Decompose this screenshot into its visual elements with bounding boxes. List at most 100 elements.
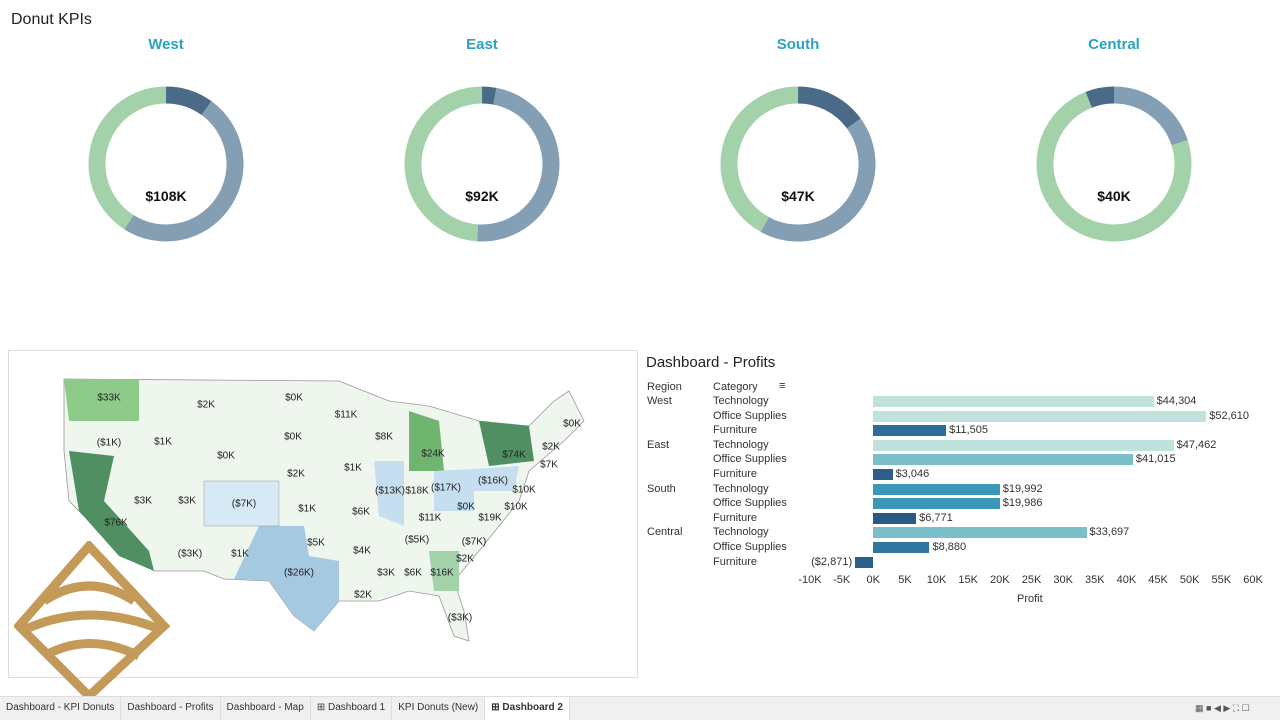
region-label: Central xyxy=(647,526,683,539)
state-profit-label: $5K xyxy=(307,537,325,549)
donut-east[interactable]: East $92K xyxy=(352,34,612,294)
profit-bar[interactable] xyxy=(873,483,1000,495)
state-profit-label: $0K xyxy=(285,392,303,404)
profit-bar[interactable] xyxy=(873,454,1133,466)
x-tick-label: 10K xyxy=(926,574,947,586)
x-tick-label: -10K xyxy=(798,574,822,586)
state-profit-label: $2K xyxy=(456,553,474,565)
state-profit-label: $19K xyxy=(478,512,502,524)
donut-segment[interactable] xyxy=(86,84,246,244)
sheet-tab[interactable]: Dashboard - Profits xyxy=(121,697,221,720)
category-label: Furniture xyxy=(713,468,758,480)
x-tick-label: -5K xyxy=(833,574,851,586)
profit-bar[interactable] xyxy=(873,410,1207,422)
state-profit-label: $1K xyxy=(231,548,249,560)
sheet-tab[interactable]: KPI Donuts (New) xyxy=(392,697,486,720)
state-profit-label: $4K xyxy=(353,545,371,557)
donut-segment[interactable] xyxy=(86,84,246,244)
donut-region-label: West xyxy=(148,36,184,53)
state-profit-label: $2K xyxy=(354,589,372,601)
profit-bar[interactable] xyxy=(873,439,1174,451)
bar-value-label: $19,986 xyxy=(1002,497,1043,510)
donut-region-label: Central xyxy=(1088,36,1140,53)
profit-bar[interactable] xyxy=(873,542,930,553)
sheet-tab[interactable]: ⊞ Dashboard 1 xyxy=(311,697,393,720)
category-header[interactable]: Category xyxy=(713,381,758,393)
state-profit-label: $11K xyxy=(334,409,358,421)
sort-icon[interactable]: ≡ xyxy=(779,380,785,392)
state-profit-label: $18K xyxy=(405,485,429,497)
donut-segment[interactable] xyxy=(1034,84,1194,244)
state-profit-label: $0K xyxy=(217,450,235,462)
profit-map[interactable]: $33K $2K $0K $11K $0K ($1K) $1K $0K $8K $24K $74K $… xyxy=(8,350,638,701)
state-profit-label: ($3K) xyxy=(177,548,203,560)
bar-value-label: ($2,871) xyxy=(811,555,853,568)
x-tick-label: 50K xyxy=(1179,574,1200,586)
state-profit-label: $1K xyxy=(154,436,172,448)
state-profit-label: ($26K) xyxy=(283,567,315,579)
donut-region-label: South xyxy=(776,36,820,53)
state-profit-label: $6K xyxy=(352,506,370,518)
profit-bar[interactable] xyxy=(873,498,1000,510)
state-profit-label: ($3K) xyxy=(447,612,473,624)
state-profit-label: $7K xyxy=(540,459,558,471)
grid-view-icon[interactable]: ▦ ■ ◀ ▶ ⛶ ☐ xyxy=(1195,703,1250,714)
donut-west[interactable]: West $108K xyxy=(36,34,296,294)
category-label: Furniture xyxy=(713,424,758,437)
profits-title: Dashboard - Profits xyxy=(646,354,776,371)
donut-segment[interactable] xyxy=(402,84,562,244)
state-profit-label: $8K xyxy=(375,431,393,443)
profit-bar[interactable] xyxy=(873,512,917,524)
bar-value-label: $8,880 xyxy=(932,541,967,553)
donut-segment[interactable] xyxy=(718,84,878,244)
state-profit-label: ($7K) xyxy=(231,498,257,510)
x-tick-label: 35K xyxy=(1084,574,1105,586)
profit-bar[interactable] xyxy=(873,527,1087,539)
x-tick-label: 25K xyxy=(1021,574,1042,586)
region-header: Region xyxy=(647,381,682,393)
x-tick-label: 55K xyxy=(1211,574,1232,586)
state-profit-label: $2K xyxy=(197,399,215,411)
sheet-tab[interactable]: ⊞ Dashboard 2 xyxy=(485,697,570,720)
category-label: Office Supplies xyxy=(713,409,787,422)
state-profit-label: $3K xyxy=(178,495,196,507)
state-profit-label: $0K xyxy=(563,418,581,430)
donut-segment[interactable] xyxy=(718,84,878,244)
category-label: Technology xyxy=(713,526,769,539)
state-profit-label: $2K xyxy=(542,441,560,453)
state-profit-label: $76K xyxy=(104,517,128,529)
state-profit-label: $10K xyxy=(504,501,528,513)
bar-value-label: $44,304 xyxy=(1156,395,1197,407)
donut-region-label: East xyxy=(466,36,498,53)
page-title: Donut KPIs xyxy=(11,11,92,28)
bar-value-label: $6,771 xyxy=(919,511,953,524)
region-label: East xyxy=(647,438,670,451)
region-label: West xyxy=(647,395,672,407)
bar-value-label: $33,697 xyxy=(1089,526,1130,539)
category-label: Technology xyxy=(713,482,769,495)
state-profit-label: ($17K) xyxy=(430,482,462,494)
bar-value-label: $41,015 xyxy=(1135,453,1176,466)
state-profit-label: $1K xyxy=(298,503,316,515)
profit-bar[interactable] xyxy=(873,396,1154,407)
x-tick-label: 30K xyxy=(1053,574,1073,586)
profit-bar[interactable] xyxy=(873,425,947,437)
donut-segment[interactable] xyxy=(1034,84,1194,244)
x-tick-label: 45K xyxy=(1148,574,1168,586)
sheet-tab[interactable]: Dashboard - KPI Donuts xyxy=(0,697,122,720)
category-label: Office Supplies xyxy=(713,453,787,466)
profit-bar[interactable] xyxy=(855,556,874,568)
state-profit-label: ($5K) xyxy=(404,534,430,546)
donut-south[interactable]: South $47K xyxy=(668,34,928,294)
x-tick-label: 5K xyxy=(898,574,912,586)
region-label: South xyxy=(647,482,676,495)
state-profit-label: $6K xyxy=(404,567,422,579)
state-profit-label: ($1K) xyxy=(96,437,122,449)
profit-bar[interactable] xyxy=(873,469,893,480)
bar-value-label: $19,992 xyxy=(1002,482,1043,495)
donut-central[interactable]: Central $40K xyxy=(984,34,1244,294)
sheet-tab[interactable]: Dashboard - Map xyxy=(221,697,311,720)
state-profit-label: $11K xyxy=(418,512,442,524)
category-label: Furniture xyxy=(713,511,758,524)
state-profit-label: $2K xyxy=(287,468,305,480)
